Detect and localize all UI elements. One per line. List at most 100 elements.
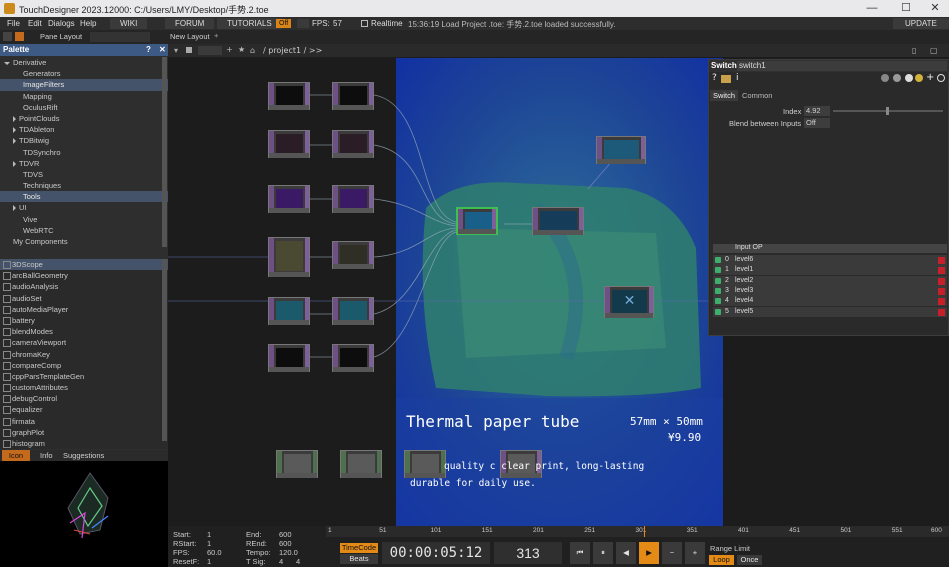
reorder-handle-icon[interactable]	[715, 277, 721, 284]
node-top-b[interactable]	[340, 450, 382, 478]
palette-tree-item[interactable]: UI	[0, 202, 168, 213]
tab-info[interactable]: Info	[40, 451, 53, 460]
playhead[interactable]	[644, 526, 645, 537]
pause-icon[interactable]: ⏸	[593, 542, 613, 564]
node-level4[interactable]	[332, 297, 374, 325]
help-icon[interactable]: ?	[146, 44, 151, 56]
node-moviefilein4[interactable]	[268, 237, 310, 277]
add-param-icon[interactable]: +	[926, 72, 934, 83]
go-start-icon[interactable]: ⏮	[570, 542, 590, 564]
loop-button[interactable]: Loop	[709, 555, 734, 565]
node-level1[interactable]	[332, 130, 374, 158]
menu-edit[interactable]: Edit	[28, 19, 42, 28]
input-op-name[interactable]: level6	[735, 256, 753, 263]
help-icon[interactable]: ?	[712, 73, 717, 83]
collapse-arrow-icon[interactable]	[4, 61, 10, 65]
expand-arrow-icon[interactable]	[13, 127, 16, 134]
input-op-row[interactable]: 4 level4	[713, 296, 947, 307]
node-moviefilein2[interactable]	[268, 130, 310, 158]
palette-tree-item[interactable]: Techniques	[0, 180, 168, 191]
palette-tree-item[interactable]: Tools	[0, 191, 168, 203]
reorder-handle-icon[interactable]	[715, 267, 721, 274]
component-item[interactable]: cppParsTemplateGen	[0, 371, 168, 382]
rend-value[interactable]: 600	[279, 539, 292, 548]
flag-icon[interactable]	[905, 74, 913, 82]
realtime-checkbox[interactable]	[361, 20, 368, 27]
component-item[interactable]: firmata	[0, 416, 168, 427]
step-forward-icon[interactable]: +	[685, 542, 705, 564]
python-icon[interactable]	[915, 74, 923, 82]
node-null1[interactable]	[532, 207, 584, 235]
palette-tree-item[interactable]: TDSynchro	[0, 147, 168, 158]
component-item[interactable]: audioAnalysis	[0, 281, 168, 292]
tab-common[interactable]: Common	[742, 91, 772, 100]
input-op-row[interactable]: 5 level5	[713, 306, 947, 317]
maximize-button[interactable]: ☐	[891, 1, 921, 16]
input-op-row[interactable]: 2 level2	[713, 275, 947, 286]
component-item[interactable]: customAttributes	[0, 382, 168, 393]
node-window[interactable]	[596, 136, 646, 164]
palette-tree-item[interactable]: Mapping	[0, 91, 168, 102]
component-item[interactable]: blendModes	[0, 326, 168, 337]
menu-file[interactable]: File	[7, 19, 20, 28]
component-item[interactable]: histogram	[0, 438, 168, 449]
node-level2[interactable]	[332, 185, 374, 213]
component-item[interactable]: graphPlot	[0, 427, 168, 438]
palette-tree-item[interactable]: TDBitwig	[0, 135, 168, 146]
node-switch1[interactable]	[456, 207, 498, 235]
node-moviefilein5[interactable]	[268, 297, 310, 325]
palette-tree-item[interactable]: ImageFilters	[0, 79, 168, 91]
input-op-name[interactable]: level2	[735, 277, 753, 284]
palette-tree-item[interactable]: Derivative	[0, 57, 168, 68]
pane-layout-button[interactable]: Pane Layout	[40, 32, 82, 41]
timecode-display[interactable]: 00:00:05:12	[382, 542, 490, 564]
blend-toggle[interactable]: Off	[804, 118, 830, 128]
node-top-c[interactable]	[404, 450, 446, 478]
node-moviefilein3[interactable]	[268, 185, 310, 213]
node-out[interactable]: ✕	[604, 286, 654, 318]
timecode-button[interactable]: TimeCode	[340, 543, 378, 553]
component-item[interactable]: arcBallGeometry	[0, 270, 168, 281]
menu-dialogs[interactable]: Dialogs	[48, 19, 75, 28]
settings-icon[interactable]	[937, 74, 945, 82]
palette-tree-item[interactable]: Vive	[0, 214, 168, 225]
layout-slots[interactable]	[90, 32, 150, 42]
node-level6[interactable]	[332, 82, 374, 110]
info-icon[interactable]: i	[736, 73, 739, 83]
once-button[interactable]: Once	[737, 555, 762, 565]
input-op-name[interactable]: level1	[735, 266, 753, 273]
component-item[interactable]: compareComp	[0, 360, 168, 371]
node-level3[interactable]	[332, 241, 374, 269]
palette-tree-item[interactable]: TDAbleton	[0, 124, 168, 135]
off-toggle[interactable]: Off	[276, 19, 292, 28]
link-icon[interactable]	[893, 74, 901, 82]
start-value[interactable]: 1	[207, 530, 211, 539]
close-palette-icon[interactable]: ✕	[159, 44, 166, 56]
component-item[interactable]: cameraViewport	[0, 337, 168, 348]
tab-icon[interactable]: Icon	[2, 450, 30, 461]
pane-icon[interactable]	[3, 32, 12, 41]
palette-tree-item[interactable]: PointClouds	[0, 113, 168, 124]
tab-suggestions[interactable]: Suggestions	[63, 451, 104, 460]
performance-icon[interactable]	[297, 19, 309, 28]
op-type-icon[interactable]	[721, 75, 731, 83]
end-value[interactable]: 600	[279, 530, 292, 539]
menu-help[interactable]: Help	[80, 19, 96, 28]
forum-button[interactable]: FORUM	[165, 18, 215, 29]
component-item[interactable]: chromaKey	[0, 349, 168, 360]
component-scrollbar[interactable]	[162, 259, 167, 441]
palette-tree-item[interactable]: TDVS	[0, 169, 168, 180]
tsig-b[interactable]: 4	[296, 557, 300, 566]
wiki-button[interactable]: WIKI	[110, 18, 148, 29]
tempo-value[interactable]: 120.0	[279, 548, 298, 557]
component-item[interactable]: equalizer	[0, 404, 168, 415]
remove-input-icon[interactable]	[938, 267, 945, 275]
reorder-handle-icon[interactable]	[715, 287, 721, 294]
input-op-name[interactable]: level3	[735, 287, 753, 294]
palette-tree-item[interactable]: WebRTC	[0, 225, 168, 236]
fps-value[interactable]: 60.0	[207, 548, 222, 557]
input-op-name[interactable]: level5	[735, 308, 753, 315]
update-button[interactable]: UPDATE	[893, 18, 949, 29]
expand-arrow-icon[interactable]	[13, 138, 16, 145]
node-moviefilein1[interactable]	[268, 82, 310, 110]
